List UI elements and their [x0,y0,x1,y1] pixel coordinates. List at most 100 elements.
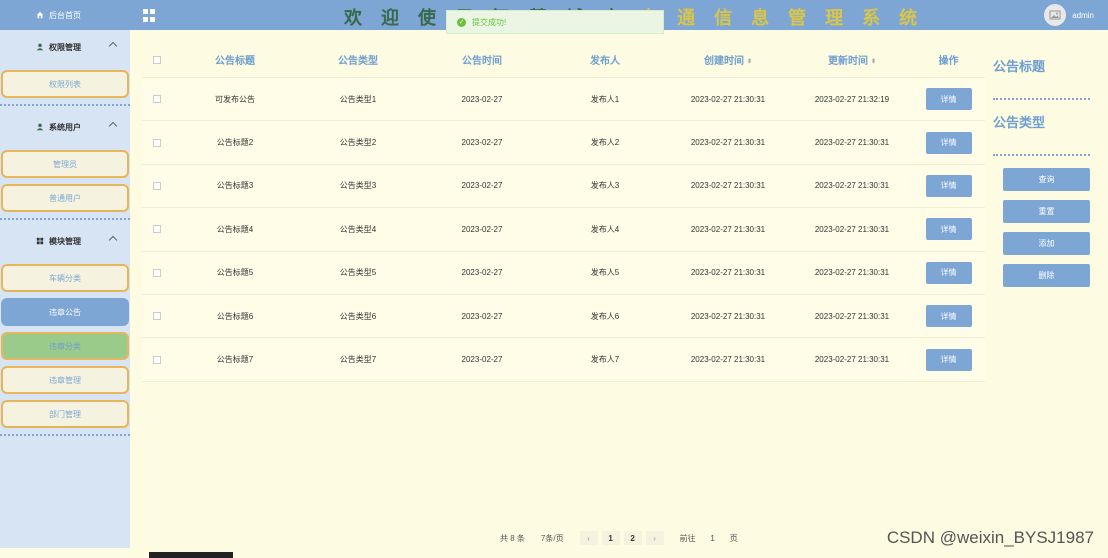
row-checkbox[interactable] [153,95,161,104]
row-checkbox[interactable] [153,181,161,190]
title-segment: 欢 迎 [344,8,419,28]
sidebar-item-violation-management[interactable]: 违章管理 [1,366,129,394]
table-cell: 2023-02-27 21:30:31 [814,311,890,321]
scrollbar-thumb[interactable] [149,552,233,558]
action-cell: 详情 [912,348,985,371]
column-header: 公告类型 [338,56,378,67]
table-cell: 2023-02-27 21:30:31 [814,138,890,148]
select-all-checkbox-cell [142,55,172,64]
sidebar-home[interactable]: 后台首页 [0,0,130,30]
home-icon [36,11,44,19]
table-cell: 2023-02-27 21:30:31 [814,224,890,234]
sidebar-group-label: 系统用户 [49,122,81,132]
divider [0,218,130,220]
table-cell: 2023-02-27 [461,268,503,278]
detail-button[interactable]: 详情 [925,305,972,328]
goto-page-input[interactable]: 1 [699,534,726,551]
prev-page-button[interactable]: ‹ [579,531,598,545]
row-checkbox[interactable] [153,355,161,364]
table-cell: 公告标题7 [216,355,254,365]
table-row: 公告标题6 公告类型6 2023-02-27 发布人6 2023-02-27 21:30… [142,294,985,339]
query-button[interactable]: 查询 [1003,168,1090,191]
table-cell: 发布人2 [590,138,620,148]
avatar[interactable] [1044,4,1066,26]
table-row: 公告标题2 公告类型2 2023-02-27 发布人2 2023-02-27 21:30… [142,121,985,165]
sort-icon[interactable]: ⬍ [871,58,876,65]
row-checkbox-cell [142,355,172,364]
success-toast: ✓ 提交成功! [446,10,664,34]
page-size-select[interactable]: 7条/页 [527,533,570,552]
sidebar-group-modules[interactable]: 模块管理 [0,224,130,258]
sidebar-group-permission[interactable]: 权限管理 [0,30,130,64]
column-header-sortable[interactable]: 更新时间 ⬍ [792,52,912,67]
search-input-type[interactable] [993,154,1090,156]
sidebar-item-violation-category[interactable]: 违章分类 [1,332,129,360]
detail-button[interactable]: 详情 [925,88,972,111]
table-cell: 可发布公告 [215,94,255,104]
select-all-checkbox[interactable] [153,55,161,64]
action-cell: 详情 [912,218,985,241]
sidebar-item-vehicle-category[interactable]: 车辆分类 [1,264,129,292]
sidebar-item-permission-list[interactable]: 权限列表 [1,70,129,98]
menu-grid-icon[interactable] [143,9,156,22]
row-checkbox[interactable] [153,312,161,321]
row-checkbox[interactable] [153,225,161,234]
table-cell: 公告类型1 [339,94,377,104]
action-cell: 详情 [912,174,985,197]
detail-button[interactable]: 详情 [925,348,972,371]
table-cell: 发布人5 [590,268,620,278]
column-header: 发布人 [590,56,620,67]
action-cell: 详情 [912,131,985,154]
sidebar-group-label: 模块管理 [49,236,81,246]
table-cell: 2023-02-27 [461,311,503,321]
sort-icon[interactable]: ⬍ [747,58,752,65]
pagination: 共 8 条 7条/页 ‹ 1 2 › 前往 1 页 [500,531,738,552]
table-cell: 2023-02-27 21:30:31 [690,355,766,365]
row-checkbox-cell [142,312,172,321]
detail-button[interactable]: 详情 [925,261,972,284]
row-checkbox[interactable] [153,268,161,277]
search-field-label: 公告标题 [993,59,1046,74]
sidebar-group-system-users[interactable]: 系统用户 [0,110,130,144]
sidebar-item-violation-notice[interactable]: 违章公告 [1,298,129,326]
column-header-sortable[interactable]: 创建时间 ⬍ [664,52,792,67]
table-cell: 2023-02-27 [461,181,503,191]
table-cell: 2023-02-27 21:32:19 [814,94,890,104]
sidebar-item-department[interactable]: 部门管理 [1,400,129,428]
reset-button[interactable]: 重置 [1003,200,1090,223]
table-cell: 发布人4 [590,224,620,234]
detail-button[interactable]: 详情 [925,174,972,197]
table-row: 可发布公告 公告类型1 2023-02-27 发布人1 2023-02-27 21:30… [142,78,985,122]
username[interactable]: admin [1072,11,1094,20]
table-cell: 公告标题5 [216,268,254,278]
sidebar-item-admin[interactable]: 管理员 [1,150,129,178]
notice-table: 公告标题 公告类型 公告时间 发布人 创建时间 ⬍ 更新时间 ⬍ 操作 可发布公告公… [142,42,985,382]
detail-button[interactable]: 详情 [925,218,972,241]
delete-button[interactable]: 删除 [1003,264,1090,287]
pagination-total: 共 8 条 [500,533,525,543]
column-header-label: 创建时间 [703,56,744,67]
sidebar-item-normal-user[interactable]: 普通用户 [1,184,129,212]
search-input-title[interactable] [993,98,1090,100]
table-cell: 公告类型3 [339,181,377,191]
table-cell: 发布人6 [590,311,620,321]
detail-button[interactable]: 详情 [925,131,972,154]
sidebar: 后台首页 权限管理 权限列表 系统用户 管理员 普通用户 模块管理 车辆分类 违… [0,0,130,548]
chevron-up-icon [108,121,118,131]
table-cell: 2023-02-27 21:30:31 [814,268,890,278]
table-cell: 2023-02-27 21:30:31 [690,94,766,104]
table-cell: 发布人7 [590,355,620,365]
table-row: 公告标题4 公告类型4 2023-02-27 发布人4 2023-02-27 21:30… [142,208,985,252]
table-row: 公告标题5 公告类型5 2023-02-27 发布人5 2023-02-27 21:30… [142,251,985,295]
next-page-button[interactable]: › [645,531,664,545]
goto-label: 前往 [679,533,696,543]
table-cell: 2023-02-27 21:30:31 [690,138,766,148]
page-unit-label: 页 [729,533,738,543]
add-button[interactable]: 添加 [1003,232,1090,255]
search-field-label: 公告类型 [993,115,1046,130]
row-checkbox[interactable] [153,138,161,147]
page-number-button[interactable]: 1 [601,531,620,545]
table-cell: 2023-02-27 21:30:31 [690,268,766,278]
page-number-button[interactable]: 2 [623,531,642,545]
sidebar-home-label: 后台首页 [49,10,81,20]
